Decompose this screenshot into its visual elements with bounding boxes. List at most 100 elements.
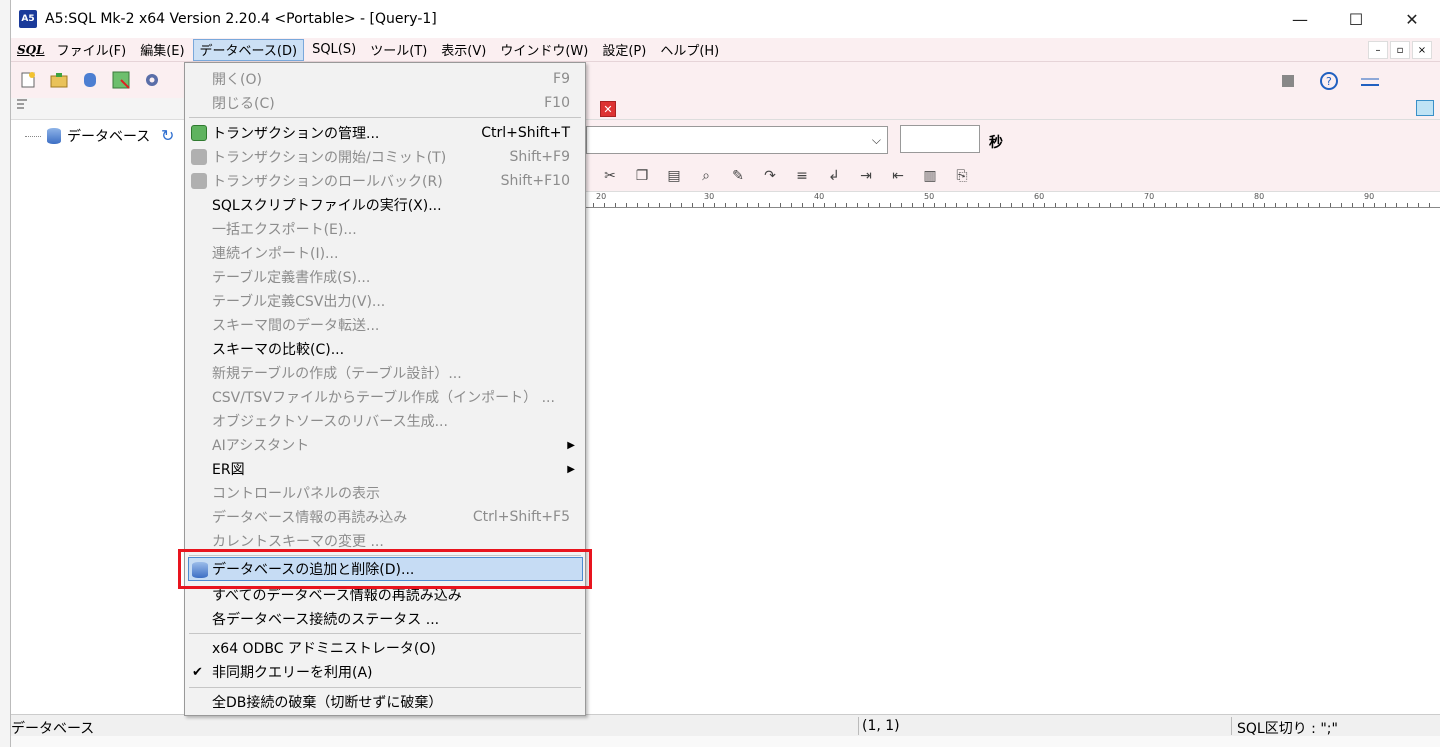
edit-toolbar-icons: ✂ ❐ ▤ ⌕ ✎ ↷ ≡ ↲ ⇥ ⇤ ▥ ⎘ bbox=[600, 166, 972, 186]
menu-separator bbox=[189, 117, 581, 118]
status-bar: データベース (1, 1) SQL区切り : ";" bbox=[11, 714, 1440, 737]
transaction-commit-icon bbox=[191, 149, 207, 165]
database-tree-panel: データベース ↻ bbox=[11, 98, 186, 706]
menu-item-async-query[interactable]: ✔ 非同期クエリーを利用(A) bbox=[185, 660, 585, 684]
database-menu-dropdown: 開く(O) F9 閉じる(C) F10 トランザクションの管理... Ctrl+Shi… bbox=[184, 62, 586, 716]
tree-root[interactable]: データベース bbox=[25, 126, 150, 146]
new-file-icon[interactable] bbox=[17, 69, 39, 91]
transaction-manage-icon bbox=[191, 125, 207, 141]
menu-database[interactable]: データベース(D) bbox=[192, 38, 305, 61]
menu-item-connection-status[interactable]: 各データベース接続のステータス ... bbox=[185, 607, 585, 631]
status-cursor-position: (1, 1) bbox=[862, 718, 900, 734]
mdi-controls: – ▫ × bbox=[1368, 41, 1432, 59]
maximize-button[interactable]: ☐ bbox=[1328, 0, 1384, 38]
find-replace-icon[interactable]: ✎ bbox=[728, 166, 748, 186]
menu-file[interactable]: ファイル(F) bbox=[51, 39, 133, 61]
timeout-input[interactable] bbox=[900, 125, 980, 153]
chevron-down-icon: ⌵ bbox=[871, 133, 881, 147]
menu-item-run-sql-script[interactable]: SQLスクリプトファイルの実行(X)... bbox=[185, 193, 585, 217]
menu-separator bbox=[189, 633, 581, 634]
database-icon[interactable] bbox=[79, 69, 101, 91]
ruler-tick: 90 bbox=[1364, 192, 1375, 201]
find-icon[interactable]: ⌕ bbox=[696, 166, 716, 186]
close-button[interactable]: ✕ bbox=[1384, 0, 1440, 38]
menu-item-schema-transfer[interactable]: スキーマ間のデータ転送... bbox=[185, 313, 585, 337]
menu-item-transaction-rollback[interactable]: トランザクションのロールバック(R) Shift+F10 bbox=[185, 169, 585, 193]
help-icon[interactable]: ? bbox=[1318, 70, 1340, 92]
mdi-minimize-button[interactable]: – bbox=[1368, 41, 1388, 59]
window-bottom-edge bbox=[11, 736, 1440, 747]
highlight-annotation-box bbox=[178, 549, 592, 589]
format-icon[interactable]: ⎘ bbox=[952, 166, 972, 186]
submenu-arrow-icon: ▶ bbox=[567, 439, 575, 451]
menu-tools[interactable]: ツール(T) bbox=[364, 39, 433, 61]
menu-item-reverse-source[interactable]: オブジェクトソースのリバース生成... bbox=[185, 409, 585, 433]
menu-item-sequential-import[interactable]: 連続インポート(I)... bbox=[185, 241, 585, 265]
ruler-tick: 70 bbox=[1144, 192, 1155, 201]
menu-item-odbc-admin[interactable]: x64 ODBC アドミニストレータ(O) bbox=[185, 636, 585, 660]
redo-icon[interactable]: ↷ bbox=[760, 166, 780, 186]
menu-window[interactable]: ウインドウ(W) bbox=[494, 39, 594, 61]
menu-item-er-diagram[interactable]: ER図 ▶ bbox=[185, 457, 585, 481]
wrap-icon[interactable]: ↲ bbox=[824, 166, 844, 186]
menu-item-close[interactable]: 閉じる(C) F10 bbox=[185, 91, 585, 115]
menu-item-ai-assistant[interactable]: AIアシスタント ▶ bbox=[185, 433, 585, 457]
transaction-icon[interactable] bbox=[110, 69, 132, 91]
svg-text:?: ? bbox=[1326, 75, 1332, 88]
menu-item-import-csv[interactable]: CSV/TSVファイルからテーブル作成（インポート） ... bbox=[185, 385, 585, 409]
mdi-close-button[interactable]: × bbox=[1412, 41, 1432, 59]
open-folder-icon[interactable] bbox=[48, 69, 70, 91]
ruler-tick: 50 bbox=[924, 192, 935, 201]
menu-item-table-csv[interactable]: テーブル定義CSV出力(V)... bbox=[185, 289, 585, 313]
window-list-icon[interactable] bbox=[1416, 100, 1434, 116]
menu-separator bbox=[189, 687, 581, 688]
desktop-background-strip bbox=[0, 0, 10, 747]
ruler-tick: 60 bbox=[1034, 192, 1045, 201]
copy-icon[interactable]: ❐ bbox=[632, 166, 652, 186]
www-icon[interactable] bbox=[1359, 70, 1381, 92]
status-divider bbox=[1231, 717, 1232, 735]
menu-item-new-table[interactable]: 新規テーブルの作成（テーブル設計）... bbox=[185, 361, 585, 385]
split-view-icon[interactable]: ▥ bbox=[920, 166, 940, 186]
window-title: A5:SQL Mk-2 x64 Version 2.20.4 <Portable… bbox=[45, 11, 437, 27]
menu-item-discard-connections[interactable]: 全DB接続の破棄（切断せずに破棄） bbox=[185, 690, 585, 714]
mdi-restore-button[interactable]: ▫ bbox=[1390, 41, 1410, 59]
menu-item-schema-compare[interactable]: スキーマの比較(C)... bbox=[185, 337, 585, 361]
connection-select[interactable]: ⌵ bbox=[586, 126, 888, 154]
gear-icon[interactable] bbox=[141, 69, 163, 91]
ruler-tick: 40 bbox=[814, 192, 825, 201]
menu-item-table-spec[interactable]: テーブル定義書作成(S)... bbox=[185, 265, 585, 289]
ruler-tick: 30 bbox=[704, 192, 715, 201]
ruler-tick: 80 bbox=[1254, 192, 1265, 201]
stop-icon[interactable] bbox=[1277, 70, 1299, 92]
submenu-arrow-icon: ▶ bbox=[567, 463, 575, 475]
tree-panel-header bbox=[11, 98, 185, 120]
timeout-unit-label: 秒 bbox=[989, 135, 1003, 151]
menu-sql[interactable]: SQL(S) bbox=[306, 39, 362, 61]
menu-item-bulk-export[interactable]: 一括エクスポート(E)... bbox=[185, 217, 585, 241]
refresh-icon[interactable]: ↻ bbox=[161, 126, 174, 145]
tree-view-icon[interactable] bbox=[15, 98, 29, 110]
tab-close-icon[interactable]: ✕ bbox=[600, 101, 616, 117]
align-icon[interactable]: ≡ bbox=[792, 166, 812, 186]
minimize-button[interactable]: — bbox=[1272, 0, 1328, 38]
menu-view[interactable]: 表示(V) bbox=[435, 39, 492, 61]
indent-icon[interactable]: ⇥ bbox=[856, 166, 876, 186]
status-sql-delimiter: SQL区切り : ";" bbox=[1237, 721, 1338, 737]
menu-item-transaction-commit[interactable]: トランザクションの開始/コミット(T) Shift+F9 bbox=[185, 145, 585, 169]
paste-icon[interactable]: ▤ bbox=[664, 166, 684, 186]
menu-edit[interactable]: 編集(E) bbox=[134, 39, 190, 61]
status-divider bbox=[858, 717, 859, 735]
menu-item-transaction-manage[interactable]: トランザクションの管理... Ctrl+Shift+T bbox=[185, 121, 585, 145]
sql-menu-icon[interactable]: SQL bbox=[11, 43, 51, 57]
tree-root-label: データベース bbox=[67, 129, 151, 145]
unindent-icon[interactable]: ⇤ bbox=[888, 166, 908, 186]
toolbar-right-group: ? bbox=[1277, 70, 1390, 92]
menu-item-control-panel[interactable]: コントロールパネルの表示 bbox=[185, 481, 585, 505]
menu-item-open[interactable]: 開く(O) F9 bbox=[185, 67, 585, 91]
transaction-rollback-icon bbox=[191, 173, 207, 189]
menu-item-reload-db-info[interactable]: データベース情報の再読み込み Ctrl+Shift+F5 bbox=[185, 505, 585, 529]
cut-icon[interactable]: ✂ bbox=[600, 166, 620, 186]
menu-settings[interactable]: 設定(P) bbox=[596, 39, 652, 61]
menu-help[interactable]: ヘルプ(H) bbox=[654, 39, 725, 61]
